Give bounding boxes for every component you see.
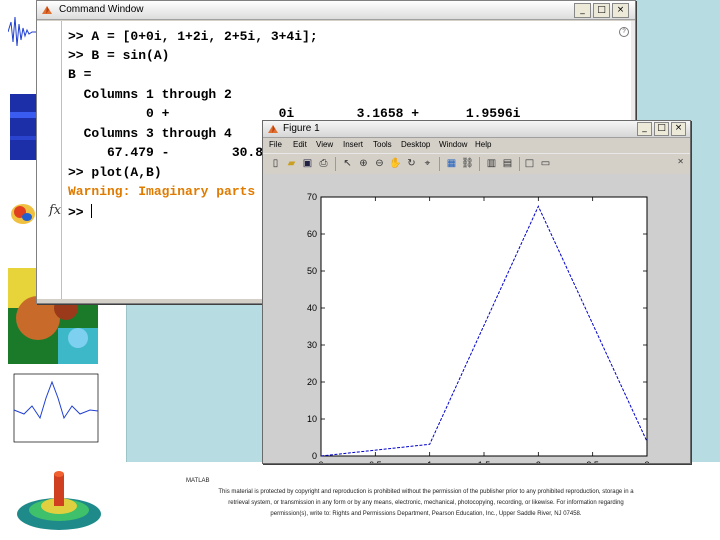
save-icon[interactable]: ▣ — [301, 157, 314, 170]
pan-icon[interactable]: ✋ — [389, 157, 402, 170]
y-tick-label: 10 — [307, 414, 317, 424]
toolbar-separator — [335, 157, 336, 171]
hide-tools-icon[interactable]: □ — [523, 157, 536, 170]
figure-titlebar[interactable]: Figure 1 _ □ × — [263, 121, 690, 138]
y-tick-label: 40 — [307, 303, 317, 313]
close-button[interactable]: × — [612, 3, 629, 18]
warning-line: Warning: Imaginary parts — [68, 184, 256, 199]
menu-help[interactable]: Help — [475, 140, 491, 149]
rotate-icon[interactable]: ↻ — [405, 157, 418, 170]
y-tick-label: 0 — [312, 451, 317, 461]
command-line: 67.479 - 30.8 — [68, 145, 264, 160]
minimize-button[interactable]: _ — [637, 122, 652, 136]
command-line: >> B = sin(A) — [68, 48, 170, 63]
signal-thumbnail — [8, 2, 38, 62]
menu-window[interactable]: Window — [439, 140, 467, 149]
toolbar-separator — [479, 157, 480, 171]
spectrum-thumbnail — [8, 92, 38, 162]
arrow-icon[interactable]: ↖ — [341, 157, 354, 170]
figure-window: Figure 1 _ □ × File Edit View Insert Too… — [262, 120, 691, 464]
figure-toolbar: ▯ ▰ ▣ ⎙ ↖ ⊕ ⊖ ✋ ↻ ⌖ ▦ ⛓ ▥ ▤ □ ▭ — [263, 153, 690, 175]
command-line: >> A = [0+0i, 1+2i, 2+5i, 3+4i]; — [68, 29, 318, 44]
copyright-footer: MATLAB This material is protected by cop… — [186, 476, 666, 520]
plot-area[interactable]: 00.511.522.53010203040506070 — [263, 174, 690, 463]
x-tick-label: 3 — [644, 460, 649, 463]
command-line: Columns 1 through 2 — [68, 87, 232, 102]
fx-function-browser-icon[interactable]: fx — [49, 203, 61, 218]
command-window-titlebar[interactable]: Command Window _ □ × — [37, 1, 635, 20]
command-gutter — [37, 21, 61, 299]
command-line: 0 + 0i 3.1658 + 1.9596i — [68, 106, 521, 121]
line-chart[interactable]: 00.511.522.53010203040506070 — [263, 174, 690, 463]
open-folder-icon[interactable]: ▰ — [285, 157, 298, 170]
close-button[interactable]: × — [671, 122, 686, 136]
minimize-button[interactable]: _ — [574, 3, 591, 18]
x-tick-label: 2.5 — [586, 460, 599, 463]
figure-menubar: File Edit View Insert Tools Desktop Wind… — [263, 138, 690, 166]
print-icon[interactable]: ⎙ — [317, 157, 330, 170]
y-tick-label: 70 — [307, 192, 317, 202]
x-tick-label: 0.5 — [369, 460, 382, 463]
menu-insert[interactable]: Insert — [343, 140, 363, 149]
menu-edit[interactable]: Edit — [293, 140, 307, 149]
footer-line-3: retrieval system, or transmission in any… — [228, 500, 624, 506]
maximize-button[interactable]: □ — [593, 3, 610, 18]
command-line: Columns 3 through 4 — [68, 126, 232, 141]
menu-tools[interactable]: Tools — [373, 140, 392, 149]
help-icon[interactable]: ? — [619, 27, 629, 37]
show-tools-icon[interactable]: ▭ — [539, 157, 552, 170]
x-tick-label: 1 — [427, 460, 432, 463]
y-tick-label: 60 — [307, 229, 317, 239]
matlab-icon — [268, 125, 278, 133]
menu-desktop[interactable]: Desktop — [401, 140, 430, 149]
menu-view[interactable]: View — [316, 140, 333, 149]
y-tick-label: 20 — [307, 377, 317, 387]
legend-icon[interactable]: ▤ — [501, 157, 514, 170]
brush-icon[interactable]: ▦ — [445, 157, 458, 170]
footer-line-4: permission(s), write to: Rights and Perm… — [270, 511, 582, 517]
zoom-out-icon[interactable]: ⊖ — [373, 157, 386, 170]
zoom-in-icon[interactable]: ⊕ — [357, 157, 370, 170]
surface-thumbnail — [8, 184, 38, 244]
prompt-text: >> — [68, 205, 92, 220]
command-line: >> plot(A,B) — [68, 165, 162, 180]
text-cursor — [91, 204, 93, 218]
3d-peak-thumbnail — [17, 471, 101, 530]
footer-line-1: MATLAB — [186, 478, 210, 484]
y-tick-label: 50 — [307, 266, 317, 276]
data-cursor-icon[interactable]: ⌖ — [421, 157, 434, 170]
x-tick-label: 1.5 — [478, 460, 491, 463]
x-tick-label: 0 — [318, 460, 323, 463]
footer-line-2: This material is protected by copyright … — [218, 489, 634, 495]
new-file-icon[interactable]: ▯ — [269, 157, 282, 170]
y-tick-label: 30 — [307, 340, 317, 350]
matlab-icon — [42, 6, 52, 14]
link-icon[interactable]: ⛓ — [461, 157, 474, 170]
maximize-button[interactable]: □ — [654, 122, 669, 136]
command-line: B = — [68, 67, 92, 82]
toolbar-separator — [439, 157, 440, 171]
command-window-title: Command Window — [59, 4, 144, 15]
x-tick-label: 2 — [536, 460, 541, 463]
figure-title: Figure 1 — [283, 123, 320, 134]
sinc-thumbnail — [2, 368, 102, 450]
toolbar-separator — [519, 157, 520, 171]
command-prompt[interactable]: >> — [68, 204, 93, 220]
colorbar-icon[interactable]: ▥ — [485, 157, 498, 170]
menu-file[interactable]: File — [269, 140, 282, 149]
